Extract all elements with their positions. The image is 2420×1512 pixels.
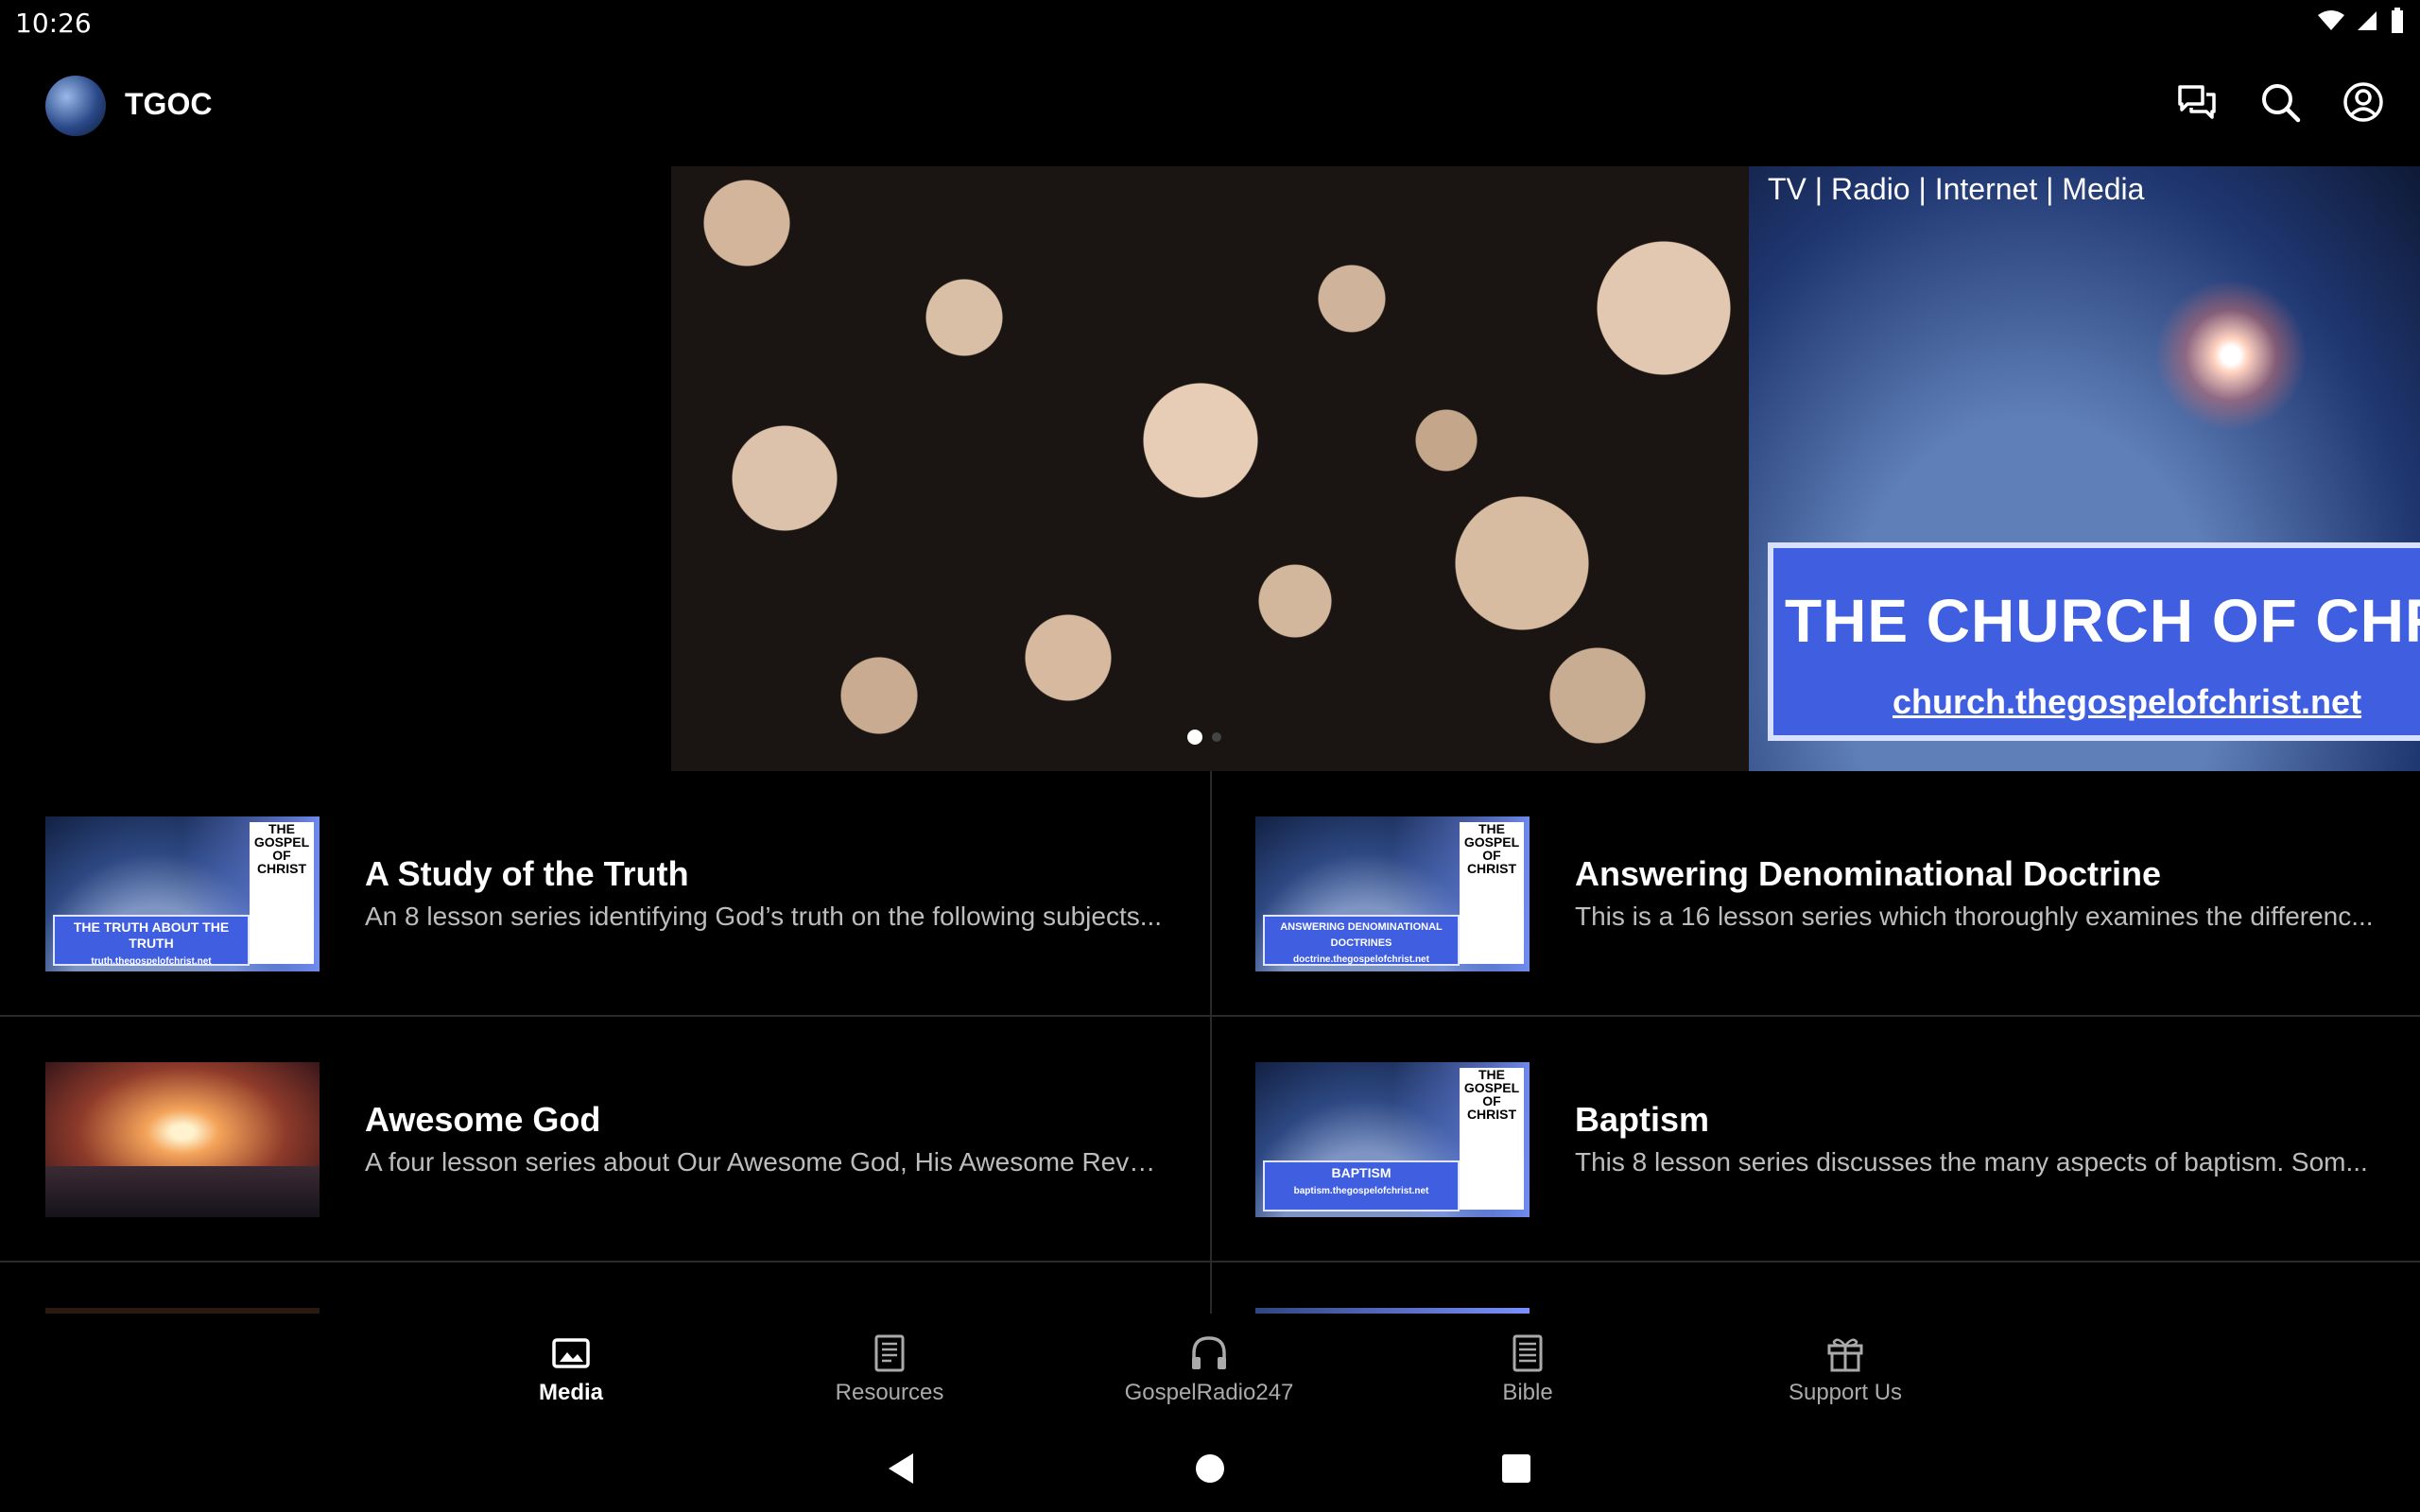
series-item[interactable]: THE GOSPEL OF CHRIST BAPTISM baptism.theg…	[1210, 1017, 2420, 1261]
slide-banner-url: church.thegospelofchrist.net	[1893, 682, 2362, 721]
slide-banner: THE CHURCH OF CHR church.thegospelofchri…	[1768, 542, 2420, 741]
series-item[interactable]: THE GOSPEL OF CHRIST ANSWERING DENOMINAT…	[1210, 771, 2420, 1015]
home-icon[interactable]	[1189, 1448, 1231, 1489]
thumb-panel: BAPTISM baptism.thegospelofchrist.net	[1263, 1160, 1460, 1211]
status-bar: 10:26	[0, 0, 2420, 45]
account-icon[interactable]	[2341, 79, 2386, 125]
thumb-brand: THE GOSPEL OF CHRIST	[1460, 1068, 1524, 1210]
carousel-slide-church[interactable]: TV | Radio | Internet | Media THE CHURCH…	[1749, 166, 2420, 771]
app-bar-actions	[2174, 79, 2386, 125]
series-thumbnail: THE GOSPEL OF CHRIST THE TRUTH ABOUT THE…	[45, 816, 320, 971]
nav-item-radio[interactable]: GospelRadio247	[1086, 1332, 1332, 1406]
series-item[interactable]: Awesome God A four lesson series about O…	[0, 1017, 1210, 1261]
series-title: A Study of the Truth	[365, 854, 689, 893]
bible-icon	[1512, 1334, 1543, 1372]
row-divider	[0, 1261, 2420, 1263]
thumb-brand: THE GOSPEL OF CHRIST	[1460, 822, 1524, 964]
thumb-sea	[45, 1166, 320, 1217]
carousel-indicator	[1187, 730, 1221, 745]
headphones-icon	[1192, 1336, 1226, 1369]
thumb-panel-text: BAPTISM	[1331, 1165, 1392, 1180]
app-title: TGOC	[125, 87, 213, 121]
nav-item-bible[interactable]: Bible	[1405, 1332, 1651, 1406]
series-title: Baptism	[1575, 1100, 1710, 1139]
app-logo[interactable]	[45, 76, 106, 136]
nav-label: Media	[538, 1380, 603, 1405]
thumb-panel-text: THE TRUTH ABOUT THE TRUTH	[73, 919, 230, 951]
series-thumbnail	[45, 1062, 320, 1217]
nav-item-resources[interactable]: Resources	[767, 1332, 1012, 1406]
series-thumbnail: THE GOSPEL OF CHRIST BAPTISM baptism.theg…	[1255, 1062, 1530, 1217]
wifi-icon	[2318, 10, 2344, 30]
nav-label: Resources	[835, 1380, 944, 1405]
thumb-panel: THE TRUTH ABOUT THE TRUTH truth.thegospel…	[53, 915, 250, 967]
carousel-slide-logs[interactable]	[671, 166, 1749, 771]
carousel-dot[interactable]	[1212, 732, 1221, 742]
thumb-panel-url: truth.thegospelofchrist.net	[91, 956, 212, 967]
chat-icon[interactable]	[2174, 79, 2220, 125]
back-icon[interactable]	[881, 1448, 923, 1489]
thumb-panel-url: doctrine.thegospelofchrist.net	[1293, 954, 1429, 965]
image-icon	[552, 1338, 590, 1368]
status-time: 10:26	[15, 8, 92, 39]
cellular-signal-icon	[2358, 11, 2377, 30]
series-title: Awesome God	[365, 1100, 601, 1139]
nav-label: Bible	[1502, 1380, 1553, 1405]
carousel-dot-active[interactable]	[1187, 730, 1202, 745]
nav-label: GospelRadio247	[1124, 1380, 1294, 1405]
slide-banner-title: THE CHURCH OF CHR	[1785, 587, 2420, 655]
series-item[interactable]: THE GOSPEL OF CHRIST THE TRUTH ABOUT THE…	[0, 771, 1210, 1015]
app-bar: TGOC	[0, 45, 2420, 166]
slide-tagline: TV | Radio | Internet | Media	[1768, 172, 2145, 206]
thumb-panel-url: baptism.thegospelofchrist.net	[1293, 1186, 1429, 1196]
thumb-panel-text: ANSWERING DENOMINATIONAL DOCTRINES	[1280, 921, 1443, 949]
book-icon	[874, 1334, 905, 1372]
battery-icon	[2392, 8, 2403, 33]
search-icon[interactable]	[2257, 79, 2303, 125]
series-thumbnail: THE GOSPEL OF CHRIST ANSWERING DENOMINAT…	[1255, 816, 1530, 971]
series-description: This is a 16 lesson series which thoroug…	[1575, 902, 2374, 931]
system-navigation-bar	[0, 1427, 2420, 1512]
bottom-navigation: Media Resources GospelRadio247 Bible Sup…	[0, 1314, 2420, 1427]
series-description: This 8 lesson series discusses the many …	[1575, 1147, 2368, 1177]
system-status-icons	[2318, 8, 2405, 34]
series-title: Answering Denominational Doctrine	[1575, 854, 2162, 893]
nav-item-media[interactable]: Media	[448, 1332, 694, 1406]
hero-carousel[interactable]: TV | Radio | Internet | Media THE CHURCH…	[671, 166, 2420, 771]
series-description: A four lesson series about Our Awesome G…	[365, 1147, 1168, 1177]
series-list: THE GOSPEL OF CHRIST THE TRUTH ABOUT THE…	[0, 771, 2420, 1314]
thumb-panel: ANSWERING DENOMINATIONAL DOCTRINES doctri…	[1263, 915, 1460, 966]
gift-icon	[1827, 1338, 1863, 1372]
nav-label: Support Us	[1788, 1380, 1903, 1405]
recents-icon[interactable]	[1495, 1448, 1537, 1489]
nav-item-support[interactable]: Support Us	[1722, 1332, 1968, 1406]
thumb-brand: THE GOSPEL OF CHRIST	[250, 822, 314, 964]
series-description: An 8 lesson series identifying God’s tru…	[365, 902, 1163, 931]
